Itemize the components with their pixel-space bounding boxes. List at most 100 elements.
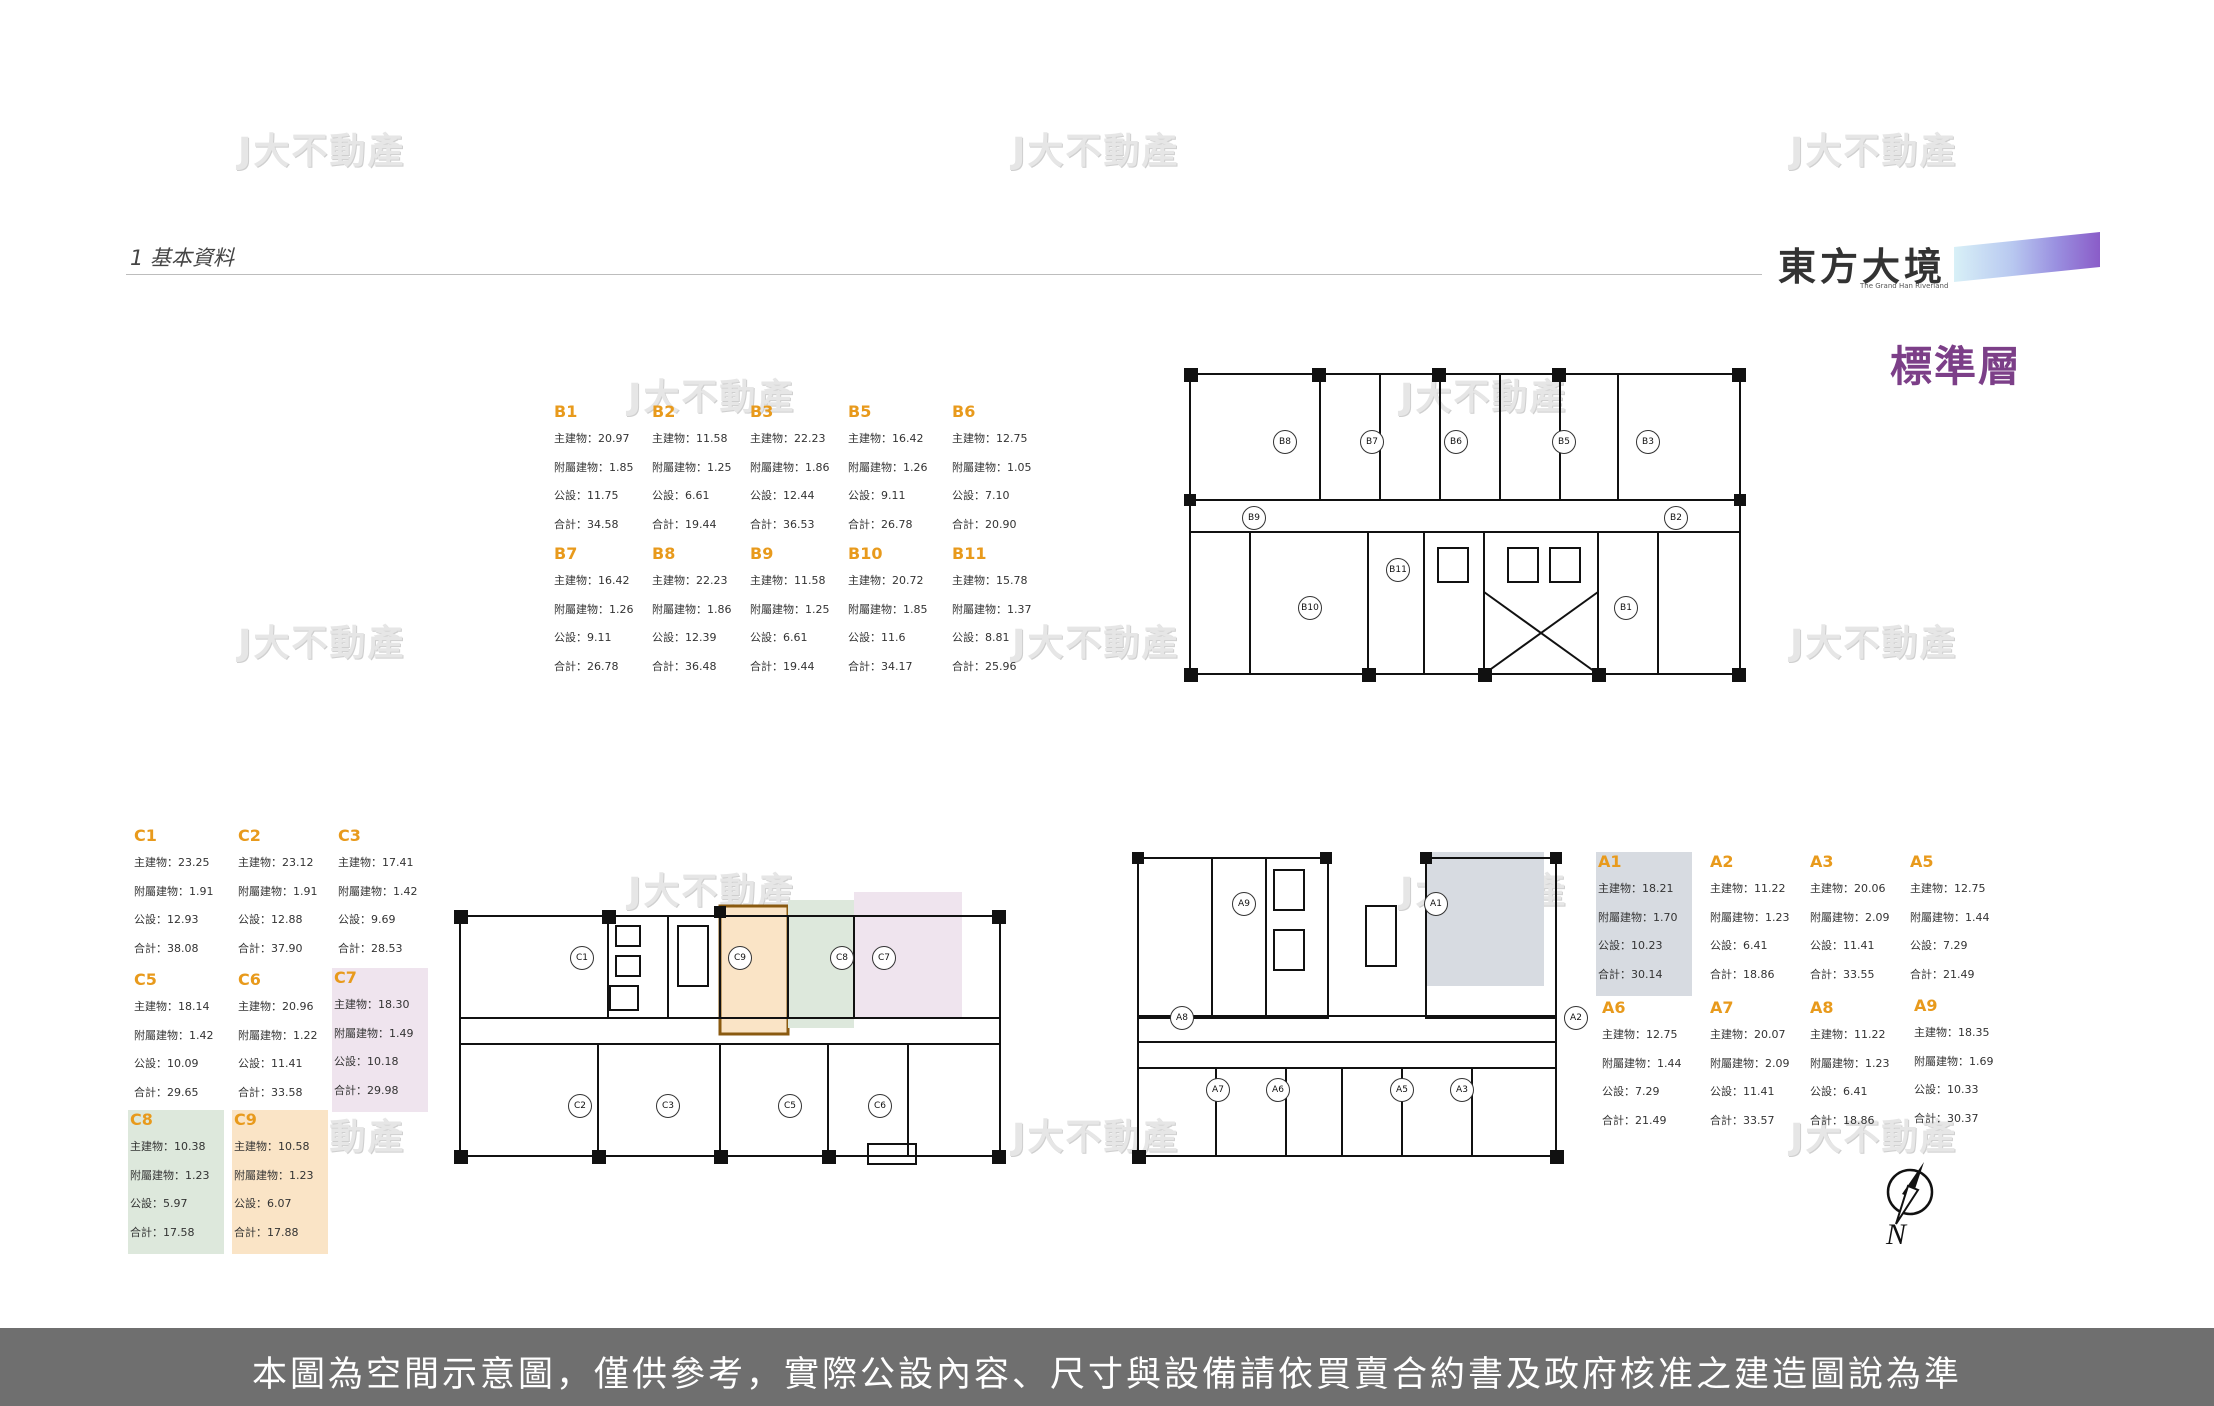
unit-total-area: 合計：21.49 — [1602, 1113, 1667, 1127]
unit-name: A9 — [1914, 996, 1938, 1015]
unit-attached-area: 附屬建物：1.26 — [848, 460, 928, 474]
unit-name: B9 — [750, 544, 774, 563]
unit-area-table-c2: C2 主建物：23.12 附屬建物：1.91 公設：12.88 合計：37.90 — [236, 826, 332, 970]
unit-public-area: 公設：12.93 — [134, 913, 199, 926]
unit-area-table-a1: A1 主建物：18.21 附屬建物：1.70 公設：10.23 合計：30.14 — [1596, 852, 1692, 996]
unit-name: C5 — [134, 970, 157, 989]
unit-total-area: 合計：30.14 — [1598, 967, 1663, 981]
unit-attached-area: 附屬建物：1.23 — [234, 1168, 314, 1182]
unit-area-table-b3: B3 主建物：22.23 附屬建物：1.86 公設：12.44 合計：36.53 — [748, 402, 844, 546]
unit-public-area: 公設：9.11 — [848, 489, 906, 502]
unit-public-area: 公設：8.81 — [952, 631, 1010, 644]
plan-unit-label: A2 — [1564, 1006, 1588, 1030]
unit-area-table-b11: B11 主建物：15.78 附屬建物：1.37 公設：8.81 合計：25.96 — [950, 544, 1046, 688]
plan-unit-label: B8 — [1273, 430, 1297, 454]
unit-area-table-c1: C1 主建物：23.25 附屬建物：1.91 公設：12.93 合計：38.08 — [132, 826, 228, 970]
unit-area-table-b9: B9 主建物：11.58 附屬建物：1.25 公設：6.61 合計：19.44 — [748, 544, 844, 688]
unit-main-area: 主建物：18.35 — [1914, 1026, 1990, 1039]
plan-unit-label: C3 — [656, 1094, 680, 1118]
unit-attached-area: 附屬建物：1.86 — [652, 602, 732, 616]
unit-name: C1 — [134, 826, 157, 845]
unit-attached-area: 附屬建物：1.26 — [554, 602, 634, 616]
unit-public-area: 公設：11.6 — [848, 631, 906, 644]
unit-main-area: 主建物：18.21 — [1598, 882, 1674, 895]
unit-main-area: 主建物：15.78 — [952, 574, 1028, 587]
plan-unit-label: A5 — [1390, 1078, 1414, 1102]
project-logo-subtitle: The Grand Han Riverland — [1860, 282, 1949, 290]
watermark: J大不動產 — [1012, 131, 1180, 172]
unit-area-table-c5: C5 主建物：18.14 附屬建物：1.42 公設：10.09 合計：29.65 — [132, 970, 228, 1114]
unit-public-area: 公設：9.11 — [554, 631, 612, 644]
unit-area-table-c8: C8 主建物：10.38 附屬建物：1.23 公設：5.97 合計：17.58 — [128, 1110, 224, 1254]
unit-attached-area: 附屬建物：2.09 — [1810, 910, 1890, 924]
unit-attached-area: 附屬建物：1.44 — [1910, 910, 1990, 924]
unit-public-area: 公設：6.41 — [1810, 1085, 1868, 1098]
unit-public-area: 公設：10.18 — [334, 1055, 399, 1068]
unit-name: C8 — [130, 1110, 153, 1129]
unit-total-area: 合計：28.53 — [338, 941, 403, 955]
unit-attached-area: 附屬建物：1.42 — [134, 1028, 214, 1042]
unit-name: B3 — [750, 402, 774, 421]
plan-unit-label: B9 — [1242, 506, 1266, 530]
unit-main-area: 主建物：23.12 — [238, 856, 314, 869]
unit-total-area: 合計：33.57 — [1710, 1113, 1775, 1127]
unit-public-area: 公設：12.88 — [238, 913, 303, 926]
unit-area-table-a9: A9 主建物：18.35 附屬建物：1.69 公設：10.33 合計：30.37 — [1912, 996, 2008, 1140]
unit-total-area: 合計：17.88 — [234, 1225, 299, 1239]
plan-unit-label: A6 — [1266, 1078, 1290, 1102]
plan-unit-label: B11 — [1386, 558, 1410, 582]
unit-main-area: 主建物：12.75 — [1910, 882, 1986, 895]
unit-main-area: 主建物：11.58 — [750, 574, 826, 587]
plan-unit-label: B2 — [1664, 506, 1688, 530]
unit-area-table-b5: B5 主建物：16.42 附屬建物：1.26 公設：9.11 合計：26.78 — [846, 402, 942, 546]
unit-area-table-a8: A8 主建物：11.22 附屬建物：1.23 公設：6.41 合計：18.86 — [1808, 998, 1904, 1142]
unit-total-area: 合計：30.37 — [1914, 1111, 1979, 1125]
plan-unit-label: A3 — [1450, 1078, 1474, 1102]
unit-total-area: 合計：20.90 — [952, 517, 1017, 531]
unit-attached-area: 附屬建物：1.23 — [1810, 1056, 1890, 1070]
unit-total-area: 合計：17.58 — [130, 1225, 195, 1239]
unit-name: A3 — [1810, 852, 1834, 871]
unit-name: B1 — [554, 402, 578, 421]
unit-public-area: 公設：6.61 — [750, 631, 808, 644]
unit-public-area: 公設：11.75 — [554, 489, 619, 502]
unit-attached-area: 附屬建物：1.23 — [1710, 910, 1790, 924]
unit-main-area: 主建物：18.14 — [134, 1000, 210, 1013]
unit-area-table-a7: A7 主建物：20.07 附屬建物：2.09 公設：11.41 合計：33.57 — [1708, 998, 1804, 1142]
unit-public-area: 公設：10.23 — [1598, 939, 1663, 952]
unit-main-area: 主建物：20.72 — [848, 574, 924, 587]
unit-attached-area: 附屬建物：1.44 — [1602, 1056, 1682, 1070]
unit-main-area: 主建物：20.96 — [238, 1000, 314, 1013]
unit-public-area: 公設：5.97 — [130, 1197, 188, 1210]
header-divider — [126, 274, 1762, 275]
unit-main-area: 主建物：10.38 — [130, 1140, 206, 1153]
unit-area-table-b6: B6 主建物：12.75 附屬建物：1.05 公設：7.10 合計：20.90 — [950, 402, 1046, 546]
plan-unit-label: C6 — [868, 1094, 892, 1118]
unit-name: B5 — [848, 402, 872, 421]
unit-public-area: 公設：10.09 — [134, 1057, 199, 1070]
unit-total-area: 合計：19.44 — [750, 659, 815, 673]
unit-attached-area: 附屬建物：2.09 — [1710, 1056, 1790, 1070]
unit-total-area: 合計：18.86 — [1810, 1113, 1875, 1127]
unit-main-area: 主建物：12.75 — [952, 432, 1028, 445]
unit-public-area: 公設：7.29 — [1602, 1085, 1660, 1098]
unit-name: B6 — [952, 402, 976, 421]
unit-total-area: 合計：33.55 — [1810, 967, 1875, 981]
plan-unit-label: A9 — [1232, 892, 1256, 916]
unit-name: A2 — [1710, 852, 1734, 871]
unit-attached-area: 附屬建物：1.25 — [652, 460, 732, 474]
unit-name: A6 — [1602, 998, 1626, 1017]
unit-area-table-b1: B1 主建物：20.97 附屬建物：1.85 公設：11.75 合計：34.58 — [552, 402, 648, 546]
unit-area-table-c7: C7 主建物：18.30 附屬建物：1.49 公設：10.18 合計：29.98 — [332, 968, 428, 1112]
plan-unit-label: A8 — [1170, 1006, 1194, 1030]
unit-name: A5 — [1910, 852, 1934, 871]
unit-main-area: 主建物：16.42 — [848, 432, 924, 445]
unit-public-area: 公設：6.61 — [652, 489, 710, 502]
unit-main-area: 主建物：20.06 — [1810, 882, 1886, 895]
unit-name: B7 — [554, 544, 578, 563]
floor-plan-a — [1132, 852, 1564, 1164]
watermark: J大不動產 — [1790, 131, 1958, 172]
plan-unit-label: C2 — [568, 1094, 592, 1118]
plan-unit-label: B1 — [1614, 596, 1638, 620]
unit-total-area: 合計：36.48 — [652, 659, 717, 673]
